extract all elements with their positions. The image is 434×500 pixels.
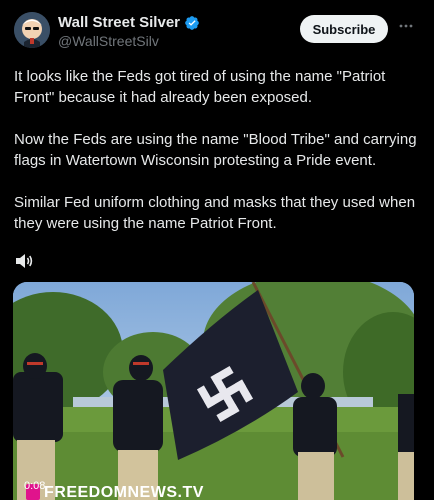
post-paragraph: Now the Feds are using the name "Blood T… <box>14 131 417 169</box>
video-frame-image <box>13 282 414 500</box>
author-display-name[interactable]: Wall Street Silver <box>58 14 180 31</box>
post-paragraph: It looks like the Feds got tired of usin… <box>14 68 386 106</box>
video-player[interactable] <box>13 282 414 500</box>
post-paragraph: Similar Fed uniform clothing and masks t… <box>14 194 416 232</box>
cartoon-man-avatar-icon <box>14 12 50 48</box>
more-horizontal-icon[interactable] <box>398 18 414 38</box>
video-timestamp: 0:08 <box>24 480 46 492</box>
author-name-row: Wall Street Silver <box>58 14 200 31</box>
video-watermark: FREEDOMNEWS.TV <box>44 484 204 500</box>
verified-badge-icon <box>185 15 199 30</box>
post-text: It looks like the Feds got tired of usin… <box>14 66 424 255</box>
author-handle[interactable]: @WallStreetSilv <box>58 33 159 49</box>
subscribe-button[interactable]: Subscribe <box>300 15 388 43</box>
speaker-muted-icon[interactable] <box>14 252 34 270</box>
author-avatar[interactable] <box>14 12 50 48</box>
post-header: Wall Street Silver @WallStreetSilv Subsc… <box>0 0 434 60</box>
